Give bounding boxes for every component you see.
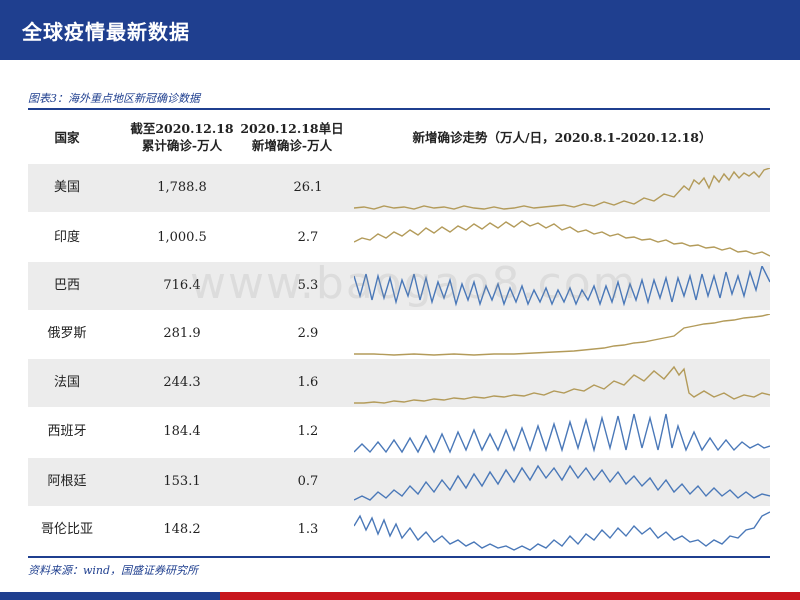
country-cell: 阿根廷 — [47, 474, 87, 489]
col-header-daily-line2: 新增确诊-万人 — [251, 138, 333, 153]
footer-bar-blue — [0, 592, 220, 600]
country-cell: 俄罗斯 — [47, 326, 87, 341]
table-bottom-rule — [28, 556, 770, 558]
col-header-country: 国家 — [28, 129, 106, 146]
total-cases-cell: 153.1 — [163, 474, 201, 489]
country-cell: 印度 — [53, 230, 80, 245]
daily-new-cell: 2.7 — [297, 230, 319, 245]
daily-new-cell: 2.9 — [297, 326, 319, 341]
total-cases-cell: 244.3 — [163, 375, 201, 390]
sparkline-india-line — [354, 220, 770, 257]
sparkline-spain — [354, 413, 770, 454]
daily-new-cell: 1.3 — [297, 522, 319, 537]
table-row-russia: 俄罗斯 281.9 2.9 — [28, 310, 770, 358]
country-cell: 哥伦比亚 — [40, 522, 93, 537]
table-row-us: 美国 1,788.8 26.1 — [28, 164, 770, 212]
header-bar: 全球疫情最新数据 — [0, 0, 800, 60]
total-cases-cell: 184.4 — [163, 424, 201, 439]
col-header-trend: 新增确诊走势（万人/日，2020.8.1-2020.12.18） — [354, 129, 770, 146]
daily-new-cell: 1.2 — [297, 424, 319, 439]
daily-new-cell: 0.7 — [297, 474, 319, 489]
table-row-argentina: 阿根廷 153.1 0.7 — [28, 458, 770, 506]
sparkline-india — [354, 220, 770, 257]
country-cell: 美国 — [53, 180, 80, 195]
sparkline-us — [354, 168, 770, 210]
table-row-france: 法国 244.3 1.6 — [28, 359, 770, 407]
table-top-rule — [28, 108, 770, 110]
page-title: 全球疫情最新数据 — [22, 20, 190, 44]
table-row-india: 印度 1,000.5 2.7 — [28, 214, 770, 262]
sparkline-france — [354, 365, 770, 404]
total-cases-cell: 281.9 — [163, 326, 201, 341]
col-header-trend-label: 新增确诊走势（万人/日，2020.8.1-2020.12.18） — [412, 130, 712, 145]
col-header-daily: 2020.12.18单日 新增确诊-万人 — [234, 120, 350, 154]
total-cases-cell: 1,000.5 — [157, 230, 207, 245]
sparkline-russia-line — [354, 314, 770, 356]
daily-new-cell: 26.1 — [293, 180, 323, 195]
sparkline-colombia-line — [354, 511, 770, 551]
country-cell: 巴西 — [53, 278, 80, 293]
daily-new-cell: 1.6 — [297, 375, 319, 390]
country-cell: 法国 — [53, 375, 80, 390]
watermark-text: www.baogao8.com — [190, 258, 638, 309]
sparkline-spain-line — [354, 413, 770, 454]
col-header-daily-line1: 2020.12.18单日 — [240, 121, 344, 136]
table-row-colombia: 哥伦比亚 148.2 1.3 — [28, 506, 770, 554]
total-cases-cell: 148.2 — [163, 522, 201, 537]
source-note: 资料来源：wind，国盛证券研究所 — [28, 564, 199, 577]
col-header-country-label: 国家 — [54, 130, 80, 145]
sparkline-colombia — [354, 511, 770, 551]
country-cell: 西班牙 — [47, 424, 87, 439]
sparkline-argentina — [354, 464, 770, 501]
table-row-spain: 西班牙 184.4 1.2 — [28, 408, 770, 456]
sparkline-france-line — [354, 365, 770, 404]
sparkline-russia — [354, 314, 770, 356]
total-cases-cell: 1,788.8 — [157, 180, 207, 195]
sparkline-argentina-line — [354, 464, 770, 501]
figure-caption: 图表3：海外重点地区新冠确诊数据 — [28, 92, 200, 105]
sparkline-us-line — [354, 168, 770, 210]
